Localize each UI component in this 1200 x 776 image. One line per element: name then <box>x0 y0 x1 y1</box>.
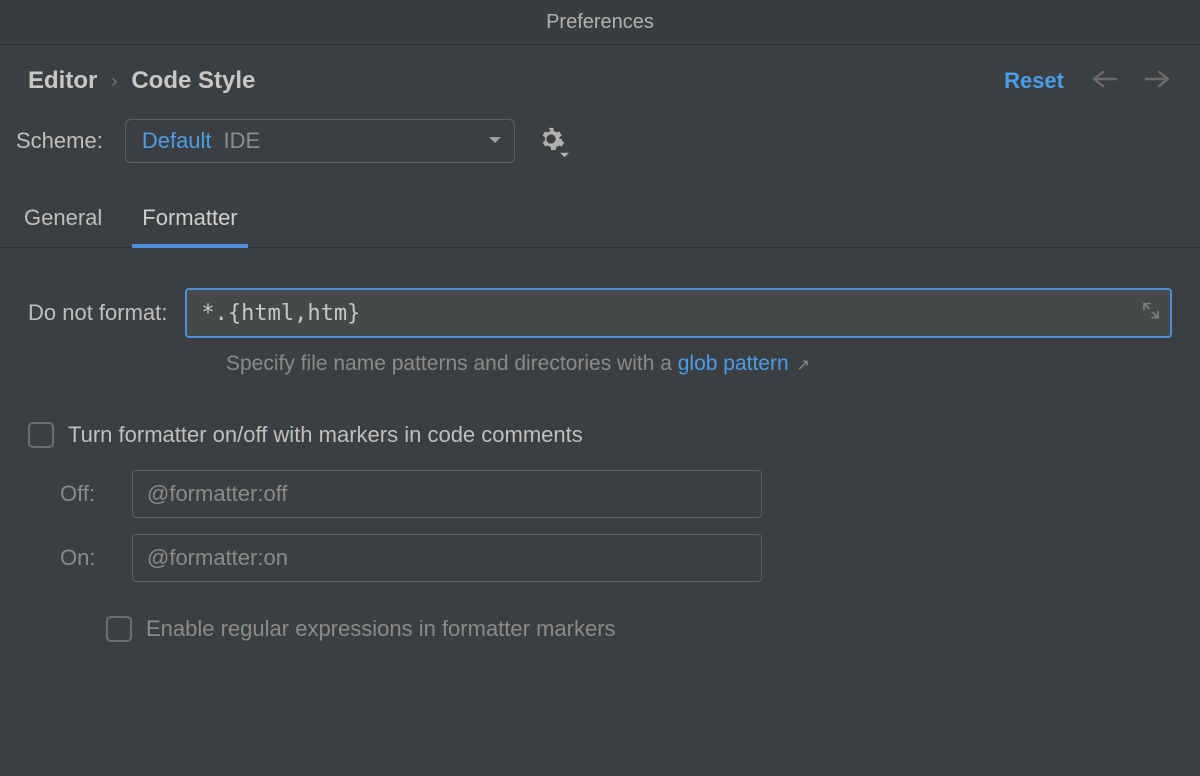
regex-toggle-label: Enable regular expressions in formatter … <box>146 616 616 642</box>
markers-toggle-row: Turn formatter on/off with markers in co… <box>28 376 1172 448</box>
tabs: General Formatter <box>0 193 1200 248</box>
header-row: Editor › Code Style Reset <box>0 45 1200 113</box>
scheme-selected-value: Default <box>142 128 212 154</box>
breadcrumb: Editor › Code Style <box>28 67 255 95</box>
scheme-select[interactable]: Default IDE <box>125 119 515 163</box>
tab-general[interactable]: General <box>22 193 104 247</box>
marker-on-input[interactable] <box>132 534 762 582</box>
expand-icon[interactable] <box>1142 302 1160 325</box>
nav-forward-icon[interactable] <box>1144 69 1172 94</box>
reset-button[interactable]: Reset <box>1004 68 1064 94</box>
marker-off-label: Off: <box>60 481 114 507</box>
gear-icon[interactable] <box>537 125 565 158</box>
hint-text: Specify file name patterns and directori… <box>226 352 678 375</box>
scheme-label: Scheme: <box>16 128 103 154</box>
do-not-format-hint: Specify file name patterns and directori… <box>28 338 1172 376</box>
markers-toggle-checkbox[interactable] <box>28 422 54 448</box>
window-title: Preferences <box>0 0 1200 45</box>
marker-off-input[interactable] <box>132 470 762 518</box>
scheme-badge: IDE <box>224 128 261 154</box>
regex-toggle-row: Enable regular expressions in formatter … <box>60 598 1172 642</box>
breadcrumb-parent[interactable]: Editor <box>28 67 97 95</box>
tab-formatter[interactable]: Formatter <box>140 193 239 247</box>
marker-off-row: Off: <box>60 470 1172 518</box>
chevron-right-icon: › <box>111 71 117 92</box>
formatter-panel: Do not format: Specify file name pattern… <box>0 248 1200 642</box>
do-not-format-row: Do not format: <box>28 288 1172 338</box>
marker-on-row: On: <box>60 534 1172 582</box>
nav-back-icon[interactable] <box>1090 69 1118 94</box>
chevron-down-icon <box>488 132 502 150</box>
scheme-row: Scheme: Default IDE <box>0 113 1200 193</box>
header-controls: Reset <box>1004 68 1172 94</box>
breadcrumb-current: Code Style <box>131 67 255 95</box>
glob-pattern-link[interactable]: glob pattern <box>678 352 789 375</box>
external-link-icon: ↗ <box>797 357 810 374</box>
do-not-format-label: Do not format: <box>28 300 167 326</box>
marker-on-label: On: <box>60 545 114 571</box>
marker-subfields: Off: On: Enable regular expressions in f… <box>28 448 1172 642</box>
regex-toggle-checkbox[interactable] <box>106 616 132 642</box>
markers-toggle-label: Turn formatter on/off with markers in co… <box>68 422 583 448</box>
do-not-format-input[interactable] <box>185 288 1172 338</box>
do-not-format-input-wrap <box>185 288 1172 338</box>
